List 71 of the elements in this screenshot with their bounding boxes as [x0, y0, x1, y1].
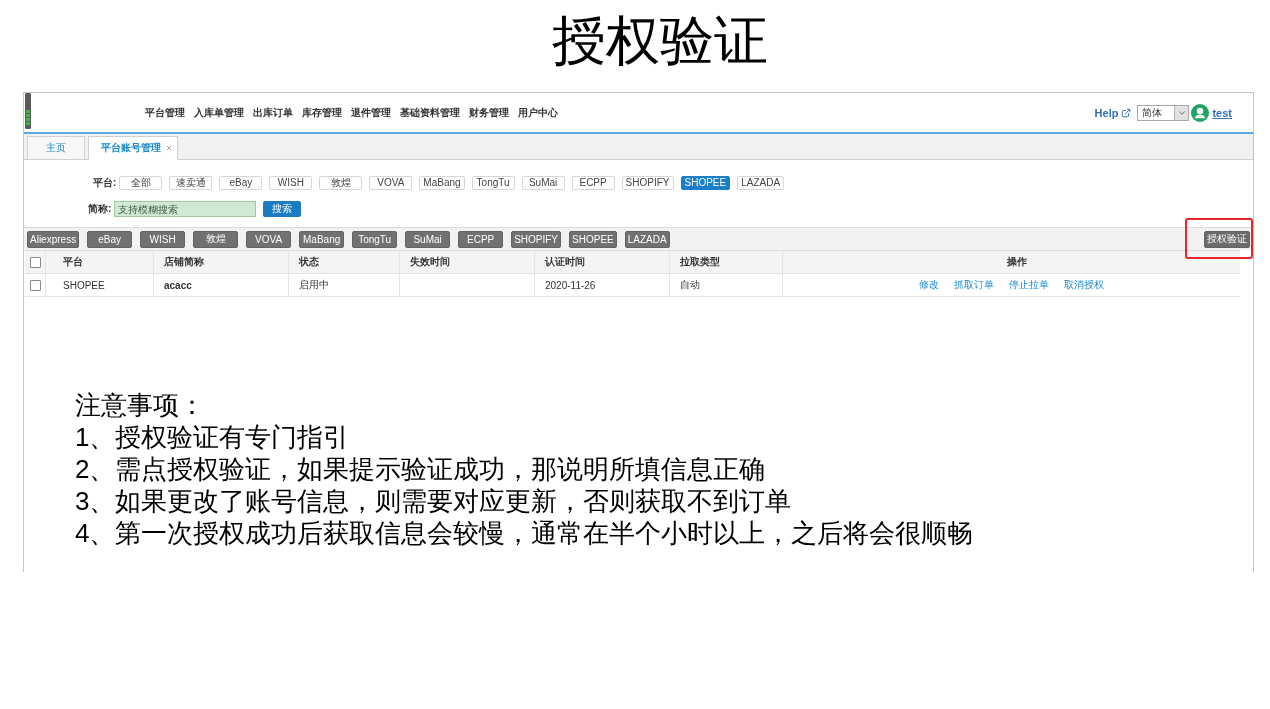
field-label: 平台:	[93, 176, 117, 190]
note-item: 3、如果更改了账号信息，则需要对应更新，否则获取不到订单	[75, 485, 793, 517]
tab[interactable]: 主页	[27, 136, 85, 160]
platform-filter-chip[interactable]: TongTu	[471, 176, 515, 190]
tab[interactable]: 平台账号管理	[88, 136, 178, 160]
platform-button[interactable]: VOVA	[246, 230, 292, 248]
search-button[interactable]: 搜索	[263, 201, 302, 217]
nav-item[interactable]: 财务管理	[469, 105, 509, 120]
action-link[interactable]: 抓取订单	[954, 278, 994, 292]
table-cell: 自动	[680, 278, 700, 292]
platform-filter-chip[interactable]: LAZADA	[737, 176, 785, 190]
page-title: 授权验证	[552, 10, 768, 73]
close-icon[interactable]	[165, 144, 173, 152]
note-item: 4、第一次授权成功后获取信息会较慢，通常在半个小时以上，之后将会很顺畅	[75, 517, 975, 549]
platform-button[interactable]: MaBang	[299, 230, 345, 248]
platform-button[interactable]: Aliexpress	[27, 230, 80, 248]
platform-filter-chip[interactable]: SuMai	[521, 176, 565, 190]
column-header: 状态	[299, 255, 319, 269]
platform-button[interactable]: ECPP	[458, 230, 504, 248]
help-link[interactable]: Help	[1094, 106, 1132, 119]
platform-filter-chip[interactable]: VOVA	[369, 176, 413, 190]
action-link[interactable]: 停止拉单	[1009, 278, 1049, 292]
checkbox[interactable]	[29, 279, 41, 291]
column-header: 认证时间	[545, 255, 585, 269]
platform-button[interactable]: SuMai	[405, 230, 451, 248]
platform-filter-chip[interactable]: WISH	[269, 176, 313, 190]
language-select[interactable]: 简体	[1137, 104, 1190, 121]
platform-filter-chip[interactable]: 敦煌	[319, 176, 363, 190]
nav-item[interactable]: 平台管理	[145, 105, 185, 120]
platform-filter-chip[interactable]: 速卖通	[169, 176, 213, 190]
action-link[interactable]: 修改	[919, 278, 939, 292]
platform-filter-chip[interactable]: eBay	[219, 176, 263, 190]
column-header: 平台	[63, 255, 83, 269]
column-header: 拉取类型	[680, 255, 720, 269]
nav-item[interactable]: 基础资料管理	[400, 105, 460, 120]
platform-filter-chip[interactable]: SHOPIFY	[621, 176, 674, 190]
external-link-icon	[1121, 107, 1132, 118]
table-cell: SHOPEE	[63, 279, 105, 291]
user-link[interactable]: test	[1212, 106, 1232, 119]
search-field[interactable]: 支持模糊搜索	[114, 201, 257, 217]
platform-button[interactable]: LAZADA	[624, 230, 670, 248]
action-link[interactable]: 取消授权	[1064, 278, 1104, 292]
platform-button[interactable]: 敦煌	[193, 230, 239, 248]
column-header: 失效时间	[410, 255, 450, 269]
checkbox[interactable]	[29, 256, 41, 268]
platform-filter-chip[interactable]: ECPP	[571, 176, 615, 190]
level-bar-icon	[25, 93, 31, 129]
platform-button[interactable]: eBay	[87, 230, 133, 248]
nav-item[interactable]: 退件管理	[351, 105, 391, 120]
notes-title: 注意事项：	[75, 389, 206, 421]
column-header: 操作	[1006, 255, 1027, 269]
note-item: 1、授权验证有专门指引	[75, 421, 351, 453]
nav-item[interactable]: 入库单管理	[194, 105, 244, 120]
field-label: 简称:	[88, 202, 112, 216]
table-cell: acacc	[164, 279, 192, 291]
note-item: 2、需点授权验证，如果提示验证成功，那说明所填信息正确	[75, 453, 767, 485]
platform-button[interactable]: WISH	[140, 230, 186, 248]
column-header: 店铺简称	[164, 255, 204, 269]
user-avatar-icon[interactable]	[1191, 103, 1210, 122]
platform-button[interactable]: SHOPEE	[569, 230, 617, 248]
platform-filter-chip[interactable]: 全部	[119, 176, 163, 190]
platform-filter-chip[interactable]: MaBang	[419, 176, 465, 190]
nav-item[interactable]: 用户中心	[518, 105, 558, 120]
platform-button[interactable]: TongTu	[352, 230, 398, 248]
nav-item[interactable]: 库存管理	[302, 105, 342, 120]
nav-item[interactable]: 出库订单	[253, 105, 293, 120]
table-cell: 启用中	[299, 278, 329, 292]
platform-filter-chip[interactable]: SHOPEE	[680, 176, 731, 190]
verify-button[interactable]: 授权验证	[1204, 230, 1250, 248]
table-cell: 2020-11-26	[545, 279, 596, 291]
platform-button[interactable]: SHOPIFY	[511, 230, 562, 248]
